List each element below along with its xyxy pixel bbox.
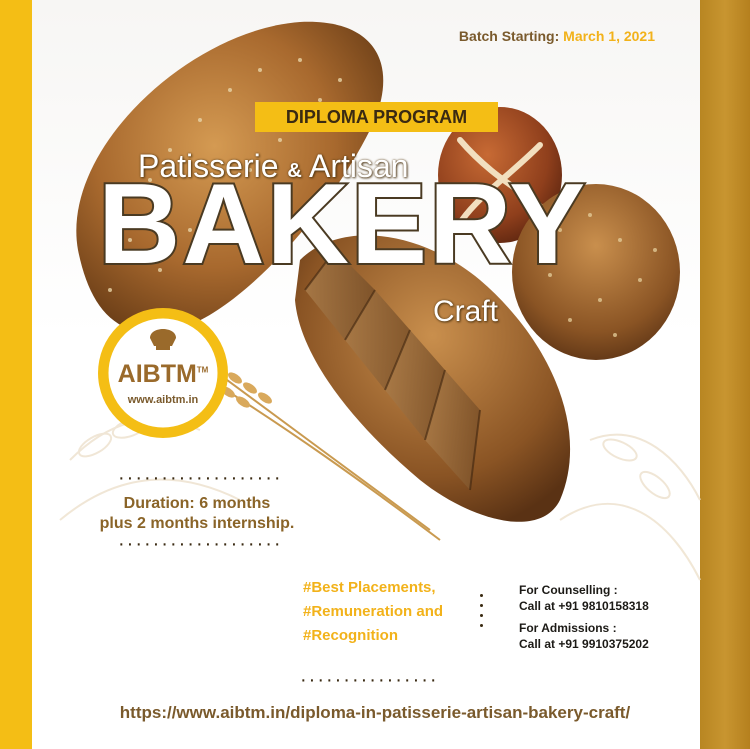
duration-info: Duration: 6 months plus 2 months interns… xyxy=(72,494,322,534)
duration-line-2: plus 2 months internship. xyxy=(99,515,295,532)
highlight-item: #Recognition xyxy=(303,627,399,644)
dotted-divider-top: ··················· xyxy=(118,467,283,489)
admissions-label: For Admissions : xyxy=(519,621,617,635)
batch-label: Batch Starting: xyxy=(458,28,560,44)
batch-date: March 1, 2021 xyxy=(563,28,655,44)
contact-info: For Counselling : Call at +91 9810158318… xyxy=(519,582,649,658)
counselling-label: For Counselling : xyxy=(519,583,618,597)
admissions-phone: Call at +91 9910375202 xyxy=(519,637,649,651)
dotted-divider-footer: ················ xyxy=(300,669,439,691)
logo-url: www.aibtm.in xyxy=(127,394,199,406)
poster: Batch Starting: March 1, 2021 DIPLOMA PR… xyxy=(0,0,750,749)
bakery-headline: BAKERY xyxy=(96,161,588,288)
dotted-divider-bottom: ··················· xyxy=(118,533,283,555)
batch-start-info: Batch Starting: March 1, 2021 xyxy=(459,28,655,44)
counselling-phone: Call at +91 9810158318 xyxy=(519,599,649,613)
highlight-item: #Remuneration and xyxy=(303,603,444,620)
duration-line-1: Duration: 6 months xyxy=(123,495,271,512)
highlight-item: #Best Placements, xyxy=(303,579,436,596)
highlights-list: #Best Placements, #Remuneration and #Rec… xyxy=(303,576,443,648)
program-url: https://www.aibtm.in/diploma-in-patisser… xyxy=(119,703,631,722)
craft-label: Craft xyxy=(433,295,499,328)
logo-name: AIBTMTM xyxy=(117,360,209,388)
vertical-dotted-divider xyxy=(480,594,486,634)
diploma-program-badge: DIPLOMA PROGRAM xyxy=(255,102,498,132)
aibtm-logo: AIBTMTM www.aibtm.in xyxy=(98,308,228,438)
logo-tm: TM xyxy=(196,365,209,375)
